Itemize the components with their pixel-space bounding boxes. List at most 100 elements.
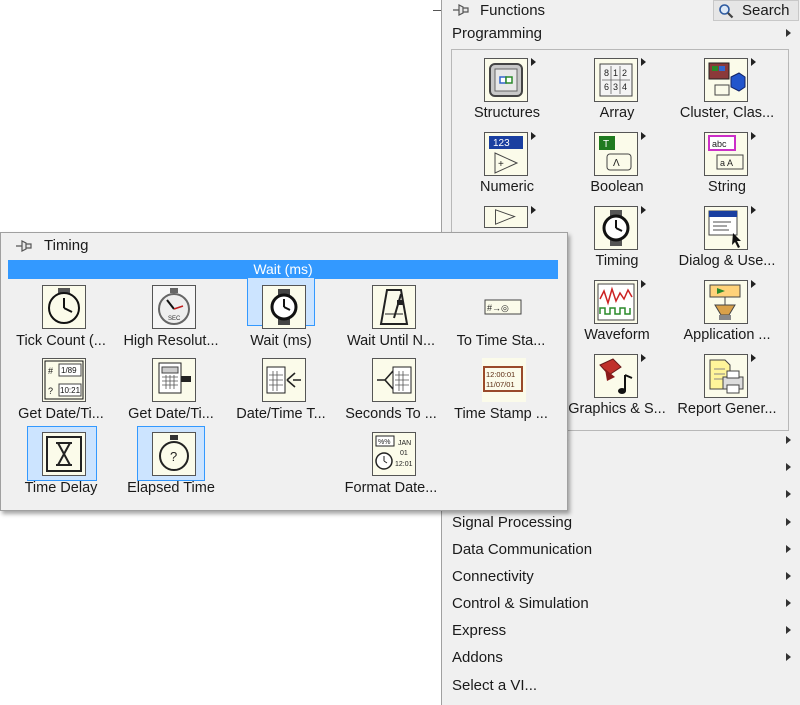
svg-text:Λ: Λ bbox=[613, 158, 620, 169]
palette-title: Timing bbox=[44, 237, 89, 254]
svg-text:3: 3 bbox=[613, 82, 618, 92]
svg-text:+: + bbox=[498, 159, 504, 170]
svg-text:?: ? bbox=[48, 386, 53, 396]
palette-item-graphics-sound[interactable]: Graphics & S... bbox=[562, 346, 672, 418]
array-icon: 812 634 bbox=[594, 58, 638, 102]
expand-arrow-icon bbox=[751, 280, 756, 288]
item-label: Format Date... bbox=[344, 480, 438, 496]
item-label: Wait Until N... bbox=[346, 333, 436, 349]
dialog-ui-icon bbox=[704, 206, 748, 250]
timing-item-get-date-time-string[interactable]: 1/89 10:21 #? Get Date/Ti... bbox=[3, 355, 113, 427]
functions-titlebar: Functions Search bbox=[442, 0, 800, 22]
timing-item-high-resolution[interactable]: SEC High Resolut... bbox=[113, 282, 223, 354]
stamp-date: 11/07/01 bbox=[486, 380, 515, 389]
divider bbox=[433, 10, 441, 11]
cluster-class-icon bbox=[704, 58, 748, 102]
chevron-right-icon bbox=[786, 572, 791, 580]
palette-item-timing[interactable]: Timing bbox=[562, 198, 672, 270]
timing-item-wait-ms[interactable]: Wait (ms) bbox=[223, 277, 333, 354]
timing-palette: Timing Wait (ms) Tick Count (... SEC Hig… bbox=[0, 232, 568, 511]
format-day: 01 bbox=[400, 450, 408, 457]
category-data-communication[interactable]: Data Communication bbox=[452, 541, 592, 558]
item-label: Dialog & Use... bbox=[678, 253, 776, 269]
item-label: Elapsed Time bbox=[127, 480, 215, 496]
category-control-simulation[interactable]: Control & Simulation bbox=[452, 595, 589, 612]
item-label: Time Delay bbox=[24, 480, 98, 496]
palette-item-string[interactable]: abc a A String bbox=[672, 124, 782, 196]
date-text: 1/89 bbox=[61, 366, 77, 375]
category-express[interactable]: Express bbox=[452, 622, 506, 639]
get-date-time-seconds-icon bbox=[152, 358, 196, 402]
category-select-a-vi[interactable]: Select a VI... bbox=[452, 677, 537, 694]
svg-text:SEC: SEC bbox=[168, 316, 181, 322]
expand-arrow-icon bbox=[751, 132, 756, 140]
item-label: Date/Time T... bbox=[236, 406, 326, 422]
item-label: String bbox=[708, 179, 746, 195]
timing-item-time-stamp-constant[interactable]: 12:00:01 11/07/01 Time Stamp ... bbox=[443, 355, 553, 427]
time-delay-icon bbox=[42, 432, 86, 476]
expand-arrow-icon bbox=[641, 132, 646, 140]
application-control-icon bbox=[704, 280, 748, 324]
elapsed-time-icon: ? bbox=[152, 432, 196, 476]
report-generation-icon bbox=[704, 354, 748, 398]
category-label: Control & Simulation bbox=[452, 595, 589, 612]
pin-icon[interactable] bbox=[15, 238, 33, 254]
timing-item-get-date-time-seconds[interactable]: Get Date/Ti... bbox=[113, 355, 223, 427]
date-time-to-seconds-icon bbox=[262, 358, 306, 402]
timing-item-wait-until-next[interactable]: Wait Until N... bbox=[333, 282, 443, 354]
item-label: Get Date/Ti... bbox=[128, 406, 214, 422]
palette-item-numeric[interactable]: 123 + Numeric bbox=[452, 124, 562, 196]
waveform-icon bbox=[594, 280, 638, 324]
palette-item-report-generation[interactable]: Report Gener... bbox=[672, 346, 782, 418]
timing-item-to-time-stamp[interactable]: #→◎ To Time Sta... bbox=[443, 282, 553, 354]
timing-item-format-date-time[interactable]: %% JAN 01 12:01 Format Date... bbox=[333, 429, 443, 501]
timing-item-elapsed-time[interactable]: ? Elapsed Time bbox=[113, 426, 223, 501]
timing-item-date-time-to-seconds[interactable]: Date/Time T... bbox=[223, 355, 333, 427]
chevron-right-icon bbox=[786, 490, 791, 498]
svg-text:#: # bbox=[48, 366, 53, 376]
chevron-right-icon bbox=[786, 29, 791, 37]
timing-item-time-delay[interactable]: Time Delay bbox=[3, 426, 113, 501]
item-label: Time Stamp ... bbox=[454, 406, 548, 422]
palette-item-dialog-ui[interactable]: Dialog & Use... bbox=[672, 198, 782, 270]
expand-arrow-icon bbox=[641, 354, 646, 362]
palette-item-boolean[interactable]: TΛ Boolean bbox=[562, 124, 672, 196]
to-time-stamp-icon: #→◎ bbox=[482, 285, 526, 329]
category-addons[interactable]: Addons bbox=[452, 649, 503, 666]
pin-icon[interactable] bbox=[452, 2, 470, 18]
timing-item-seconds-to-date-time[interactable]: Seconds To ... bbox=[333, 355, 443, 427]
category-connectivity[interactable]: Connectivity bbox=[452, 568, 534, 585]
expand-arrow-icon bbox=[641, 206, 646, 214]
expand-arrow-icon bbox=[531, 132, 536, 140]
item-label: Application ... bbox=[683, 327, 771, 343]
high-resolution-icon: SEC bbox=[152, 285, 196, 329]
palette-item-cluster-class[interactable]: Cluster, Clas... bbox=[672, 50, 782, 122]
to-time-stamp-glyphs: #→◎ bbox=[487, 303, 509, 313]
item-label: Array bbox=[599, 105, 635, 121]
category-programming[interactable]: Programming bbox=[452, 25, 542, 42]
palette-item-waveform[interactable]: Waveform bbox=[562, 272, 672, 344]
palette-item-array[interactable]: 812 634 Array bbox=[562, 50, 672, 122]
numeric-icon: 123 + bbox=[484, 132, 528, 176]
graphics-sound-icon bbox=[594, 354, 638, 398]
timing-item-tick-count[interactable]: Tick Count (... bbox=[3, 282, 113, 354]
svg-text:a A: a A bbox=[720, 158, 733, 168]
format-time: 12:01 bbox=[395, 461, 413, 468]
item-label: Tick Count (... bbox=[16, 333, 106, 349]
palette-item-application-control[interactable]: Application ... bbox=[672, 272, 782, 344]
chevron-right-icon bbox=[786, 599, 791, 607]
tick-count-icon bbox=[42, 285, 86, 329]
structures-icon bbox=[484, 58, 528, 102]
svg-text:2: 2 bbox=[622, 68, 627, 78]
palette-item-structures[interactable]: Structures bbox=[452, 50, 562, 122]
chevron-right-icon bbox=[786, 436, 791, 444]
category-signal-processing[interactable]: Signal Processing bbox=[452, 514, 572, 531]
search-icon bbox=[718, 3, 734, 19]
item-label: High Resolut... bbox=[123, 333, 219, 349]
format-jan: JAN bbox=[398, 440, 411, 447]
timing-icon bbox=[594, 206, 638, 250]
expand-arrow-icon bbox=[641, 58, 646, 66]
search-button[interactable]: Search bbox=[713, 0, 799, 21]
item-label: Wait (ms) bbox=[250, 333, 312, 349]
item-label: Get Date/Ti... bbox=[18, 406, 104, 422]
